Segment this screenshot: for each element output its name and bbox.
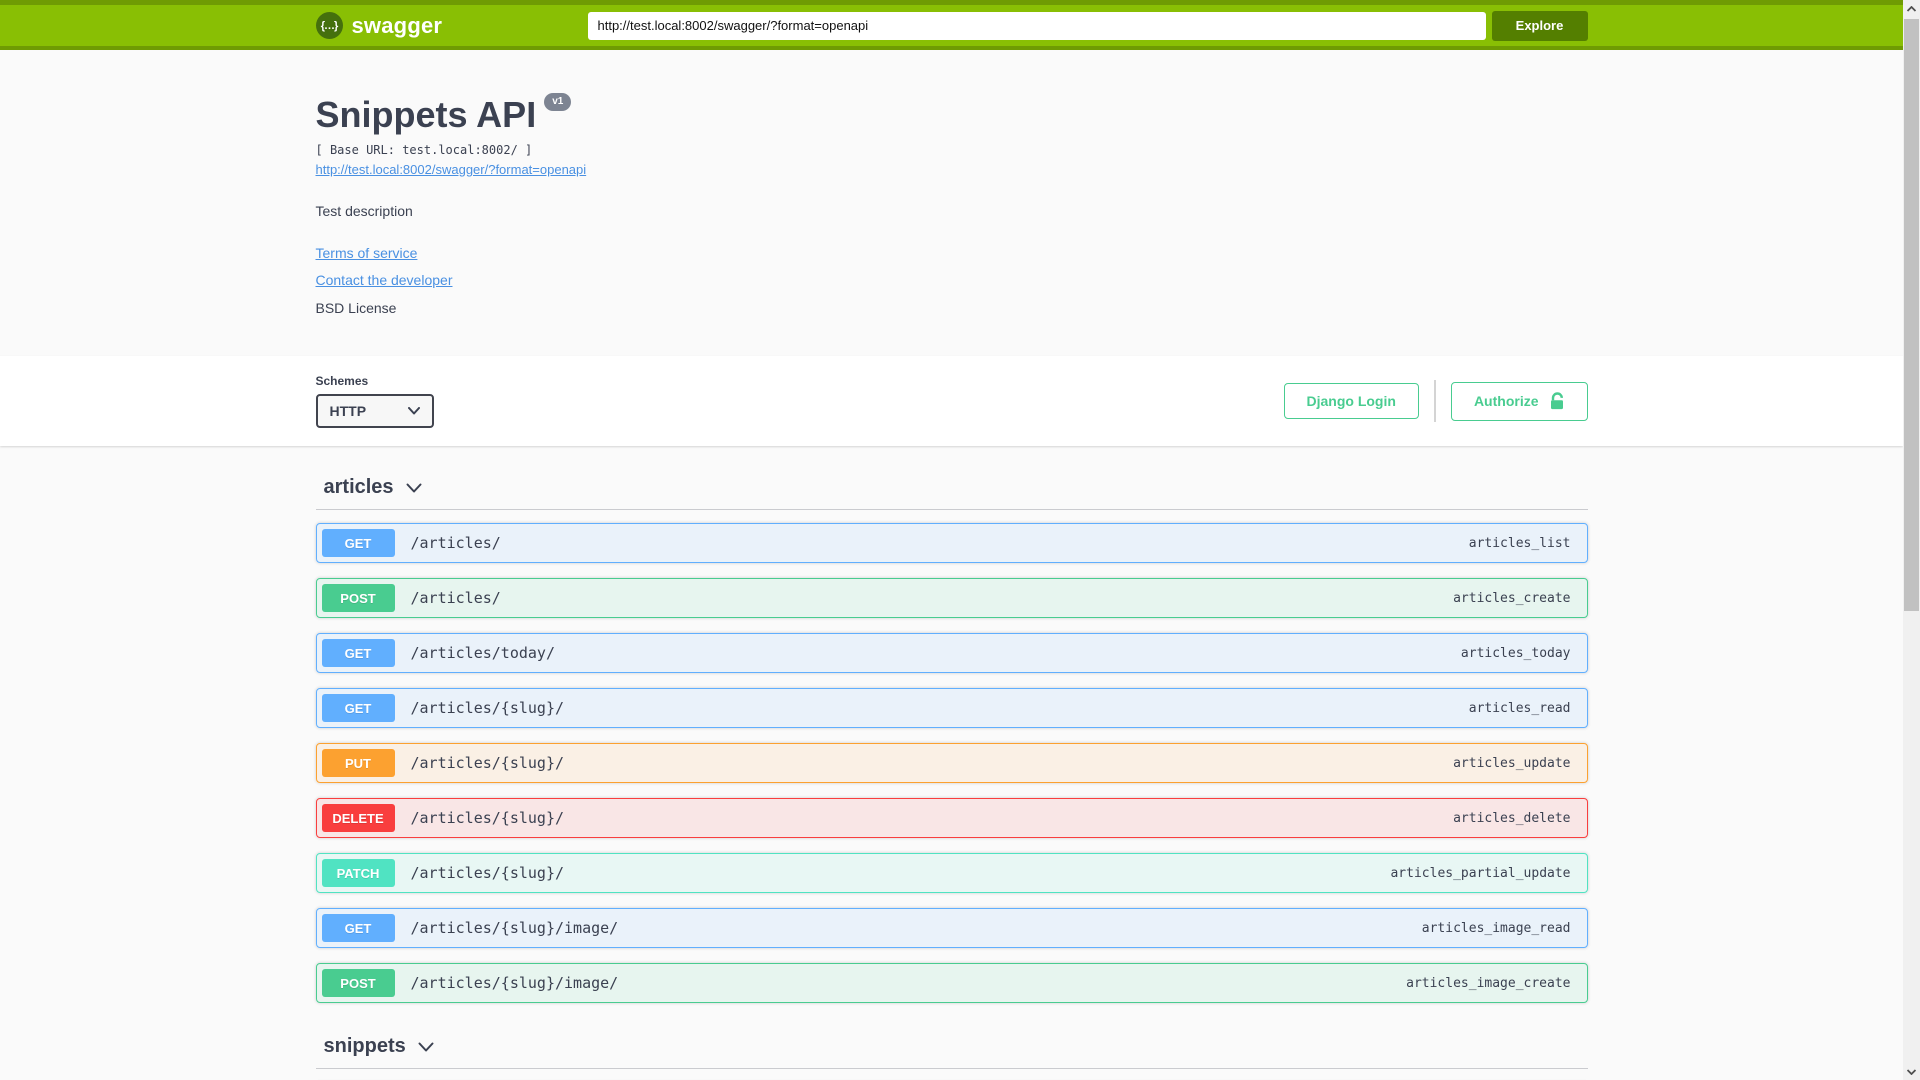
operation-id: articles_read: [1468, 700, 1571, 716]
auth-wrapper: Django Login Authorize: [1283, 380, 1588, 422]
operation-id: articles_delete: [1453, 810, 1571, 826]
operation-row[interactable]: GET /articles/today/ articles_today: [315, 633, 1588, 673]
chevron-down-icon: [406, 483, 422, 492]
method-badge: GET: [321, 694, 395, 722]
operation-path: /articles/{slug}/image/: [410, 974, 619, 992]
operation-row[interactable]: GET /articles/{slug}/ articles_read: [315, 688, 1588, 728]
operation-path: /articles/: [410, 589, 501, 607]
chevron-down-icon: [407, 407, 420, 415]
operation-row[interactable]: DELETE /articles/{slug}/ articles_delete: [315, 798, 1588, 838]
api-title-text: Snippets API: [315, 94, 537, 135]
operation-path: /articles/today/: [410, 644, 556, 662]
scheme-bar: Schemes HTTP Django Login Authorize: [0, 356, 1903, 446]
operation-row[interactable]: POST /articles/{slug}/image/ articles_im…: [315, 963, 1588, 1003]
tag-name: articles: [323, 476, 394, 498]
operations-container: articles GET /articles/ articles_list PO…: [315, 446, 1588, 1080]
method-badge: DELETE: [321, 804, 395, 832]
authorize-button[interactable]: Authorize: [1450, 381, 1588, 421]
vertical-scrollbar[interactable]: [1903, 0, 1920, 1080]
operation-path: /articles/{slug}/image/: [410, 919, 619, 937]
operation-id: articles_image_read: [1421, 920, 1571, 936]
django-login-label: Django Login: [1306, 393, 1396, 409]
operation-id: articles_image_create: [1406, 975, 1571, 991]
operation-path: /articles/: [410, 534, 501, 552]
operation-row[interactable]: GET /articles/{slug}/image/ articles_ima…: [315, 908, 1588, 948]
operation-path: /articles/{slug}/: [410, 699, 565, 717]
spec-url-input[interactable]: [587, 11, 1486, 40]
license-text: BSD License: [315, 300, 397, 316]
explore-button[interactable]: Explore: [1491, 10, 1588, 41]
authorize-label: Authorize: [1473, 393, 1539, 409]
unlocked-padlock-icon: [1550, 391, 1563, 409]
method-badge: PUT: [321, 749, 395, 777]
schemes-label: Schemes: [315, 374, 369, 388]
scrollbar-thumb[interactable]: [1904, 19, 1919, 611]
topbar: {…} swagger Explore: [0, 0, 1903, 50]
method-badge: POST: [321, 969, 395, 997]
scheme-select[interactable]: HTTP: [315, 394, 434, 428]
django-login-button[interactable]: Django Login: [1283, 383, 1419, 419]
operation-id: articles_today: [1460, 645, 1571, 661]
api-tag-section: articles GET /articles/ articles_list PO…: [315, 474, 1588, 1003]
scrollbar-down-arrow-icon[interactable]: [1903, 1063, 1920, 1080]
operation-id: articles_update: [1453, 755, 1571, 771]
swagger-logo-icon: {…}: [315, 12, 343, 39]
info-section: Snippets API v1 [ Base URL: test.local:8…: [0, 50, 1903, 356]
operation-id: articles_create: [1453, 590, 1571, 606]
operation-list: GET /articles/ articles_list POST /artic…: [315, 523, 1588, 1003]
tag-name: snippets: [323, 1035, 406, 1057]
operation-row[interactable]: POST /articles/ articles_create: [315, 578, 1588, 618]
brand-name: swagger: [351, 12, 443, 38]
chevron-down-icon: [418, 1042, 434, 1051]
operation-row[interactable]: PUT /articles/{slug}/ articles_update: [315, 743, 1588, 783]
base-url: [ Base URL: test.local:8002/ ]: [315, 143, 533, 157]
contact-developer-link[interactable]: Contact the developer: [316, 272, 453, 288]
scheme-selected-value: HTTP: [329, 403, 367, 419]
method-badge: GET: [321, 639, 395, 667]
operation-row[interactable]: PATCH /articles/{slug}/ articles_partial…: [315, 853, 1588, 893]
api-description: Test description: [315, 203, 413, 219]
schemes-group: Schemes HTTP: [315, 374, 434, 428]
tag-header[interactable]: articles: [315, 474, 1588, 510]
method-badge: POST: [321, 584, 395, 612]
operation-path: /articles/{slug}/: [410, 754, 565, 772]
operation-id: articles_list: [1468, 535, 1571, 551]
method-badge: GET: [321, 914, 395, 942]
version-badge: v1: [544, 93, 572, 111]
api-title: Snippets API v1: [315, 93, 1588, 135]
page: {…} swagger Explore Snippets API v1 [ Ba…: [0, 0, 1903, 1080]
api-tag-section: snippets GET /snippets/ snippets_list: [315, 1033, 1588, 1080]
operation-row[interactable]: GET /articles/ articles_list: [315, 523, 1588, 563]
tag-header[interactable]: snippets: [315, 1033, 1588, 1069]
spec-link[interactable]: http://test.local:8002/swagger/?format=o…: [316, 162, 587, 177]
swagger-brand[interactable]: {…} swagger: [315, 12, 443, 39]
method-badge: GET: [321, 529, 395, 557]
explore-group: Explore: [587, 10, 1588, 41]
operation-path: /articles/{slug}/: [410, 864, 565, 882]
auth-divider: [1433, 380, 1436, 422]
terms-of-service-link[interactable]: Terms of service: [316, 245, 418, 261]
operation-id: articles_partial_update: [1390, 865, 1571, 881]
scrollbar-up-arrow-icon[interactable]: [1903, 0, 1920, 17]
method-badge: PATCH: [321, 859, 395, 887]
operation-path: /articles/{slug}/: [410, 809, 565, 827]
